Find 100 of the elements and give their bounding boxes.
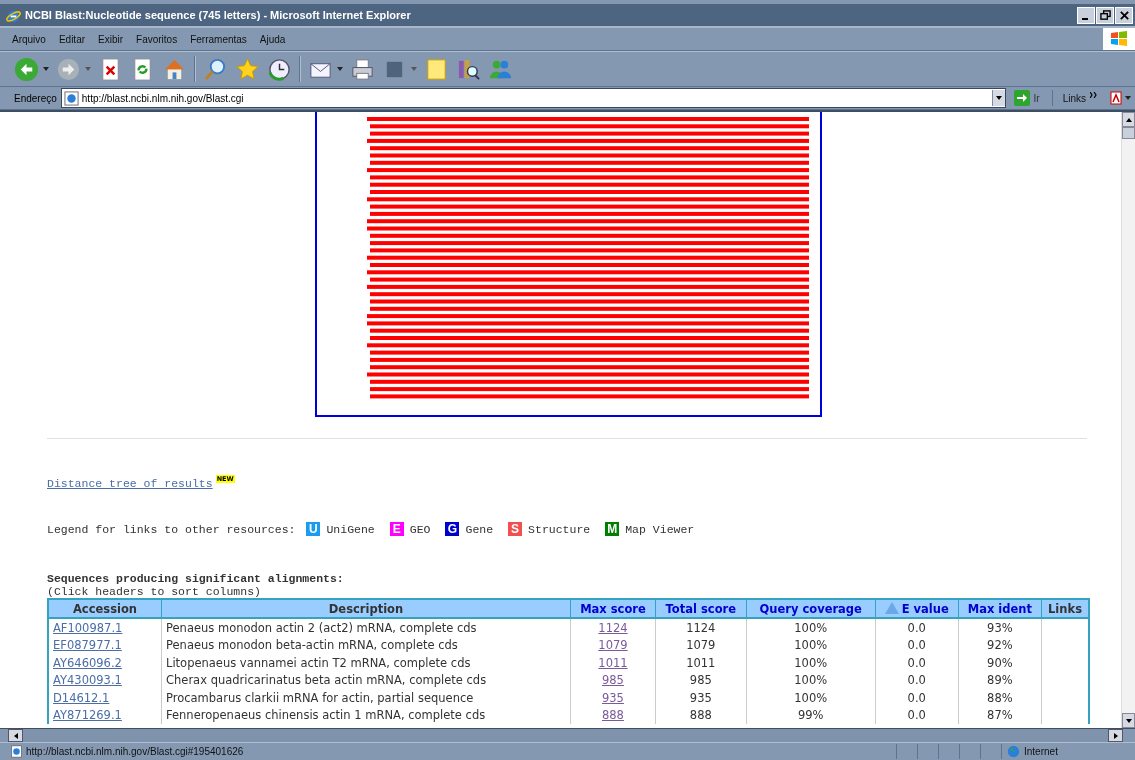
accession-link[interactable]: D14612.1: [53, 690, 110, 705]
scroll-up-icon: [1125, 117, 1132, 122]
pdf-icon[interactable]: [1108, 90, 1124, 106]
resource-badge: G: [445, 522, 460, 536]
zone-label: Internet: [1024, 746, 1058, 757]
globe-icon: [1007, 745, 1020, 758]
table-cell: 99%: [746, 706, 876, 724]
column-header[interactable]: Max score: [570, 599, 656, 618]
table-cell: 88%: [958, 689, 1042, 707]
windows-logo-icon: [1109, 29, 1129, 49]
menu-item[interactable]: Favoritos: [136, 31, 178, 47]
table-cell: Cherax quadricarinatus beta actin mRNA, complete cds: [161, 671, 571, 689]
table-cell: 93%: [958, 618, 1042, 637]
score-link[interactable]: 1079: [598, 638, 628, 653]
back-icon[interactable]: [14, 56, 39, 82]
close-button[interactable]: [1115, 6, 1133, 24]
menu-item[interactable]: Exibir: [98, 31, 124, 47]
go-button[interactable]: Ir: [1009, 90, 1053, 106]
table-cell: 1124: [655, 618, 747, 637]
accession-link[interactable]: EF087977.1: [53, 638, 122, 653]
search-icon[interactable]: [203, 56, 228, 82]
note-icon[interactable]: [424, 56, 449, 82]
table-cell: Penaeus monodon actin 2 (act2) mRNA, complete cds: [161, 618, 571, 637]
table-cell: 100%: [746, 671, 876, 689]
minimize-button[interactable]: [1077, 6, 1095, 24]
table-cell: 935: [655, 689, 747, 707]
table-cell: 0.0: [875, 654, 959, 672]
table-cell: 89%: [958, 671, 1042, 689]
window-title: NCBI Blast:Nucleotide sequence (745 letters) - Microsoft Internet Explorer: [25, 9, 412, 21]
resource-name: UniGene: [326, 522, 375, 536]
legend-label: Legend for links to other resources:: [47, 522, 296, 536]
caret-icon[interactable]: [85, 67, 91, 71]
table-cell: 92%: [958, 636, 1042, 654]
score-link[interactable]: 1124: [598, 620, 628, 635]
table-cell: 0.0: [875, 618, 959, 637]
page-icon: [10, 745, 23, 758]
score-link[interactable]: 888: [602, 708, 624, 723]
column-header[interactable]: E value: [875, 599, 959, 618]
minimize-icon: [1081, 17, 1088, 20]
column-header: Description: [161, 599, 571, 618]
table-cell: Litopenaeus vannamei actin T2 mRNA, complete cds: [161, 654, 571, 672]
score-link[interactable]: 985: [602, 673, 624, 688]
distance-tree-link[interactable]: Distance tree of results: [47, 477, 213, 490]
score-link[interactable]: 1011: [598, 655, 628, 670]
caret-icon[interactable]: [337, 67, 343, 71]
menu-item[interactable]: Arquivo: [12, 31, 46, 47]
status-text: http://blast.ncbi.nlm.nih.gov/Blast.cgi#195401626: [26, 746, 245, 757]
close-icon: [1118, 9, 1130, 21]
caret-icon[interactable]: [1125, 96, 1131, 100]
score-link[interactable]: 935: [602, 690, 624, 705]
caret-icon[interactable]: [411, 67, 417, 71]
chevron-icon[interactable]: [1090, 92, 1098, 98]
accession-link[interactable]: AF100987.1: [53, 620, 123, 635]
table-cell: 100%: [746, 689, 876, 707]
table-cell: 100%: [746, 636, 876, 654]
scroll-thumb[interactable]: [1122, 127, 1135, 139]
resource-name: Structure: [528, 522, 591, 536]
sort-hint: (Click headers to sort columns): [47, 585, 262, 598]
table-cell: 87%: [958, 706, 1042, 724]
accession-link[interactable]: AY871269.1: [53, 708, 122, 723]
table-cell: 0.0: [875, 671, 959, 689]
scroll-down-icon: [1125, 718, 1132, 723]
page-icon: [63, 90, 79, 106]
horizontal-scrollbar[interactable]: [0, 728, 1135, 742]
column-header[interactable]: Query coverage: [746, 599, 876, 618]
restore-button[interactable]: [1096, 6, 1114, 24]
table-cell: 100%: [746, 654, 876, 672]
menu-item[interactable]: Ferramentas: [190, 31, 247, 47]
table-cell: Fenneropenaeus chinensis actin 1 mRNA, complete cds: [161, 706, 571, 724]
table-cell: 1011: [655, 654, 747, 672]
accession-link[interactable]: AY430093.1: [53, 673, 122, 688]
table-cell: 90%: [958, 654, 1042, 672]
resource-name: Map Viewer: [625, 522, 695, 536]
links-button[interactable]: Links: [1062, 92, 1086, 104]
table-cell: 1079: [655, 636, 747, 654]
restore-icon: [1099, 9, 1111, 21]
table-cell: 0.0: [875, 636, 959, 654]
section-heading: Sequences producing significant alignments:: [47, 572, 345, 585]
dropdown-icon[interactable]: [991, 90, 1005, 106]
resource-name: GEO: [409, 522, 431, 536]
column-header: Links: [1041, 599, 1089, 618]
column-header[interactable]: Total score: [655, 599, 747, 618]
menu-item[interactable]: Editar: [58, 31, 86, 47]
star-icon[interactable]: [235, 56, 260, 82]
table-cell: 888: [655, 706, 747, 724]
print-icon[interactable]: [350, 56, 375, 82]
table-cell: Penaeus monodon beta-actin mRNA, complete cds: [161, 636, 571, 654]
resource-badge: U: [306, 522, 321, 536]
column-header[interactable]: Max ident: [958, 599, 1042, 618]
table-cell: 100%: [746, 618, 876, 637]
resource-badge: S: [508, 522, 523, 536]
sort-icon: [884, 601, 899, 614]
scroll-right-icon: [1113, 732, 1118, 739]
caret-icon[interactable]: [43, 67, 49, 71]
menu-item[interactable]: Ajuda: [259, 31, 286, 47]
address-field[interactable]: http://blast.ncbi.nlm.nih.gov/Blast.cgi: [60, 88, 1006, 108]
forward-icon[interactable]: [56, 56, 81, 82]
history-icon[interactable]: [267, 56, 292, 82]
vertical-scrollbar[interactable]: [1121, 112, 1135, 728]
accession-link[interactable]: AY646096.2: [53, 655, 122, 670]
